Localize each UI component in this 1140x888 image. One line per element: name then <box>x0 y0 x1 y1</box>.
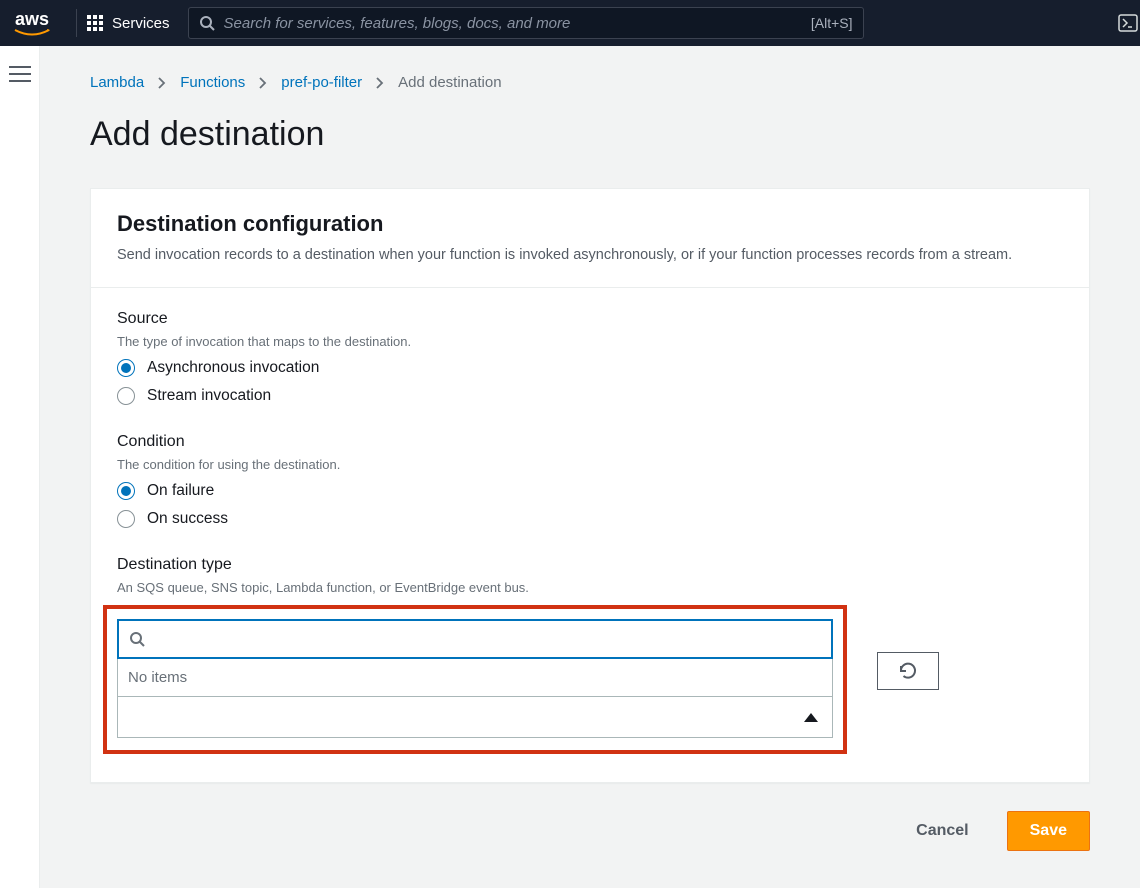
chevron-right-icon <box>259 77 267 89</box>
breadcrumb-lambda[interactable]: Lambda <box>90 74 144 91</box>
global-search-input[interactable] <box>224 15 803 32</box>
destination-type-search-input[interactable] <box>153 631 821 648</box>
destination-type-dropdown: No items <box>117 659 833 738</box>
refresh-icon <box>898 661 918 681</box>
source-radio-async[interactable]: Asynchronous invocation <box>117 359 1063 377</box>
destination-type-field: Destination type An SQS queue, SNS topic… <box>117 556 1063 754</box>
breadcrumb-functions[interactable]: Functions <box>180 74 245 91</box>
chevron-right-icon <box>376 77 384 89</box>
config-panel: Destination configuration Send invocatio… <box>90 188 1090 783</box>
source-radio-stream[interactable]: Stream invocation <box>117 387 1063 405</box>
destination-type-search[interactable] <box>117 619 833 659</box>
search-icon <box>199 15 215 31</box>
condition-field: Condition The condition for using the de… <box>117 433 1063 528</box>
condition-desc: The condition for using the destination. <box>117 457 1063 472</box>
search-shortcut-hint: [Alt+S] <box>811 15 853 31</box>
condition-option-label: On success <box>147 510 228 528</box>
condition-radio-success[interactable]: On success <box>117 510 1063 528</box>
services-label: Services <box>112 15 170 32</box>
nav-divider <box>76 9 77 37</box>
panel-header: Destination configuration Send invocatio… <box>91 189 1089 288</box>
grid-icon <box>87 15 103 31</box>
save-label: Save <box>1030 822 1067 840</box>
refresh-button[interactable] <box>877 652 939 690</box>
radio-icon <box>117 482 135 500</box>
source-desc: The type of invocation that maps to the … <box>117 334 1063 349</box>
destination-type-desc: An SQS queue, SNS topic, Lambda function… <box>117 580 1063 595</box>
panel-title: Destination configuration <box>117 211 1063 237</box>
breadcrumb-function-name[interactable]: pref-po-filter <box>281 74 362 91</box>
source-option-label: Stream invocation <box>147 387 271 405</box>
aws-logo[interactable]: aws <box>14 10 50 37</box>
destination-type-select[interactable] <box>118 697 832 737</box>
highlight-box: No items <box>103 605 847 754</box>
breadcrumb: Lambda Functions pref-po-filter Add dest… <box>90 74 1090 91</box>
aws-smile-icon <box>14 29 50 37</box>
services-menu-button[interactable]: Services <box>87 15 170 32</box>
breadcrumb-current: Add destination <box>398 74 501 91</box>
chevron-right-icon <box>158 77 166 89</box>
triangle-up-icon <box>804 713 818 722</box>
panel-description: Send invocation records to a destination… <box>117 247 1063 263</box>
radio-icon <box>117 387 135 405</box>
global-search[interactable]: [Alt+S] <box>188 7 864 39</box>
cancel-label: Cancel <box>916 822 968 840</box>
source-label: Source <box>117 310 1063 328</box>
left-rail <box>0 46 40 888</box>
source-field: Source The type of invocation that maps … <box>117 310 1063 405</box>
radio-icon <box>117 359 135 377</box>
cloudshell-icon[interactable] <box>1118 14 1138 32</box>
top-nav: aws Services [Alt+S] <box>0 0 1140 46</box>
dropdown-no-items: No items <box>118 659 832 697</box>
form-actions: Cancel Save <box>90 811 1090 851</box>
main-content: Lambda Functions pref-po-filter Add dest… <box>40 46 1140 888</box>
condition-label: Condition <box>117 433 1063 451</box>
condition-option-label: On failure <box>147 482 214 500</box>
search-icon <box>129 631 145 647</box>
cancel-button[interactable]: Cancel <box>894 811 990 851</box>
condition-radio-failure[interactable]: On failure <box>117 482 1063 500</box>
destination-type-label: Destination type <box>117 556 1063 574</box>
source-option-label: Asynchronous invocation <box>147 359 319 377</box>
page-title: Add destination <box>90 115 1090 154</box>
aws-logo-text: aws <box>15 10 49 28</box>
hamburger-menu-icon[interactable] <box>9 66 31 82</box>
radio-icon <box>117 510 135 528</box>
save-button[interactable]: Save <box>1007 811 1090 851</box>
